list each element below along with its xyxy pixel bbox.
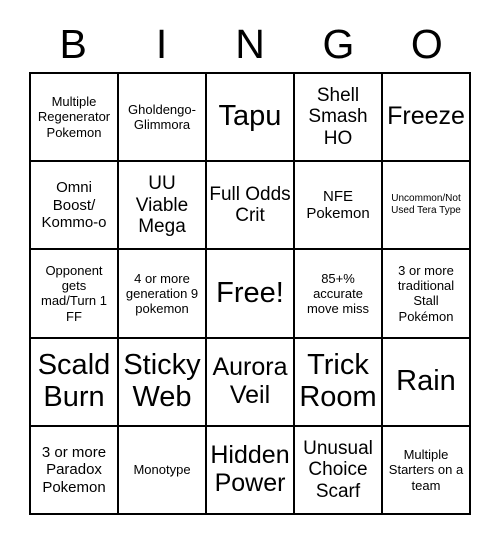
bingo-cell-label: Rain	[396, 365, 456, 398]
bingo-cell-label: Hidden Power	[210, 441, 290, 497]
bingo-cell[interactable]: Aurora Veil	[207, 338, 295, 427]
bingo-cell[interactable]: Full Odds Crit	[207, 162, 295, 251]
bingo-cell[interactable]: NFE Pokemon	[295, 162, 383, 251]
header-letter-i: I	[155, 20, 168, 67]
bingo-cell[interactable]: Freeze	[383, 74, 471, 163]
bingo-cell-label: 3 or more Paradox Pokemon	[41, 444, 107, 496]
bingo-cell[interactable]: Omni Boost/ Kommo-o	[31, 162, 119, 251]
bingo-cell[interactable]: 3 or more traditional Stall Pokémon	[383, 250, 471, 339]
bingo-cell[interactable]: Tapu	[207, 74, 295, 163]
bingo-free-space[interactable]: Free!	[207, 250, 295, 339]
bingo-cell-label: 85+% accurate move miss	[306, 270, 370, 317]
bingo-cell-label: Scald Burn	[37, 349, 111, 413]
header-letter-b: B	[59, 20, 87, 67]
bingo-cell[interactable]: Trick Room	[295, 338, 383, 427]
bingo-cell-label: Unusual Choice Scarf	[303, 437, 373, 502]
bingo-cell-label: 3 or more traditional Stall Pokémon	[397, 262, 455, 324]
bingo-grid: Multiple Regenerator Pokemon Gholdengo-G…	[29, 72, 471, 515]
bingo-cell[interactable]: Sticky Web	[119, 338, 207, 427]
bingo-cell[interactable]: 3 or more Paradox Pokemon	[31, 426, 119, 515]
bingo-cell-label: Multiple Regenerator Pokemon	[37, 94, 111, 140]
bingo-cell[interactable]: Shell Smash HO	[295, 74, 383, 163]
bingo-cell[interactable]: 85+% accurate move miss	[295, 250, 383, 339]
bingo-cell[interactable]: Monotype	[119, 426, 207, 515]
bingo-cell[interactable]: Gholdengo-Glimmora	[119, 74, 207, 163]
bingo-cell[interactable]: Rain	[383, 338, 471, 427]
bingo-cell-label: Aurora Veil	[212, 353, 288, 409]
bingo-header: B I N G O	[29, 16, 471, 72]
bingo-cell[interactable]: Unusual Choice Scarf	[295, 426, 383, 515]
bingo-free-space-label: Free!	[216, 276, 284, 309]
bingo-cell-label: Multiple Starters on a team	[388, 446, 464, 493]
bingo-cell-label: Tapu	[218, 100, 282, 133]
bingo-cell[interactable]: Scald Burn	[31, 338, 119, 427]
bingo-cell[interactable]: Multiple Starters on a team	[383, 426, 471, 515]
bingo-cell-label: Opponent gets mad/Turn 1 FF	[41, 262, 107, 324]
bingo-cell-label: Full Odds Crit	[209, 184, 291, 227]
bingo-cell-label: Uncommon/Not Used Tera Type	[391, 192, 461, 217]
bingo-cell[interactable]: Opponent gets mad/Turn 1 FF	[31, 250, 119, 339]
bingo-cell[interactable]: Uncommon/Not Used Tera Type	[383, 162, 471, 251]
bingo-cell[interactable]: 4 or more generation 9 pokemon	[119, 250, 207, 339]
bingo-cell-label: Omni Boost/ Kommo-o	[41, 179, 107, 231]
bingo-cell-label: Gholdengo-Glimmora	[128, 101, 196, 133]
bingo-cell-label: Trick Room	[299, 349, 377, 413]
bingo-cell[interactable]: Hidden Power	[207, 426, 295, 515]
header-letter-n: N	[235, 20, 265, 67]
bingo-cell-label: Shell Smash HO	[308, 85, 368, 149]
bingo-cell-label: Sticky Web	[123, 349, 201, 413]
header-letter-o: O	[410, 20, 443, 67]
bingo-cell-label: NFE Pokemon	[306, 188, 370, 223]
bingo-cell[interactable]: Multiple Regenerator Pokemon	[31, 74, 119, 163]
bingo-card: B I N G O Multiple Regenerator Pokemon G…	[29, 16, 471, 516]
bingo-cell-label: UU Viable Mega	[135, 173, 189, 237]
bingo-cell-label: 4 or more generation 9 pokemon	[125, 270, 199, 317]
header-letter-g: G	[322, 20, 355, 67]
bingo-cell[interactable]: UU Viable Mega	[119, 162, 207, 251]
bingo-cell-label: Freeze	[387, 102, 465, 131]
bingo-cell-label: Monotype	[133, 462, 191, 478]
